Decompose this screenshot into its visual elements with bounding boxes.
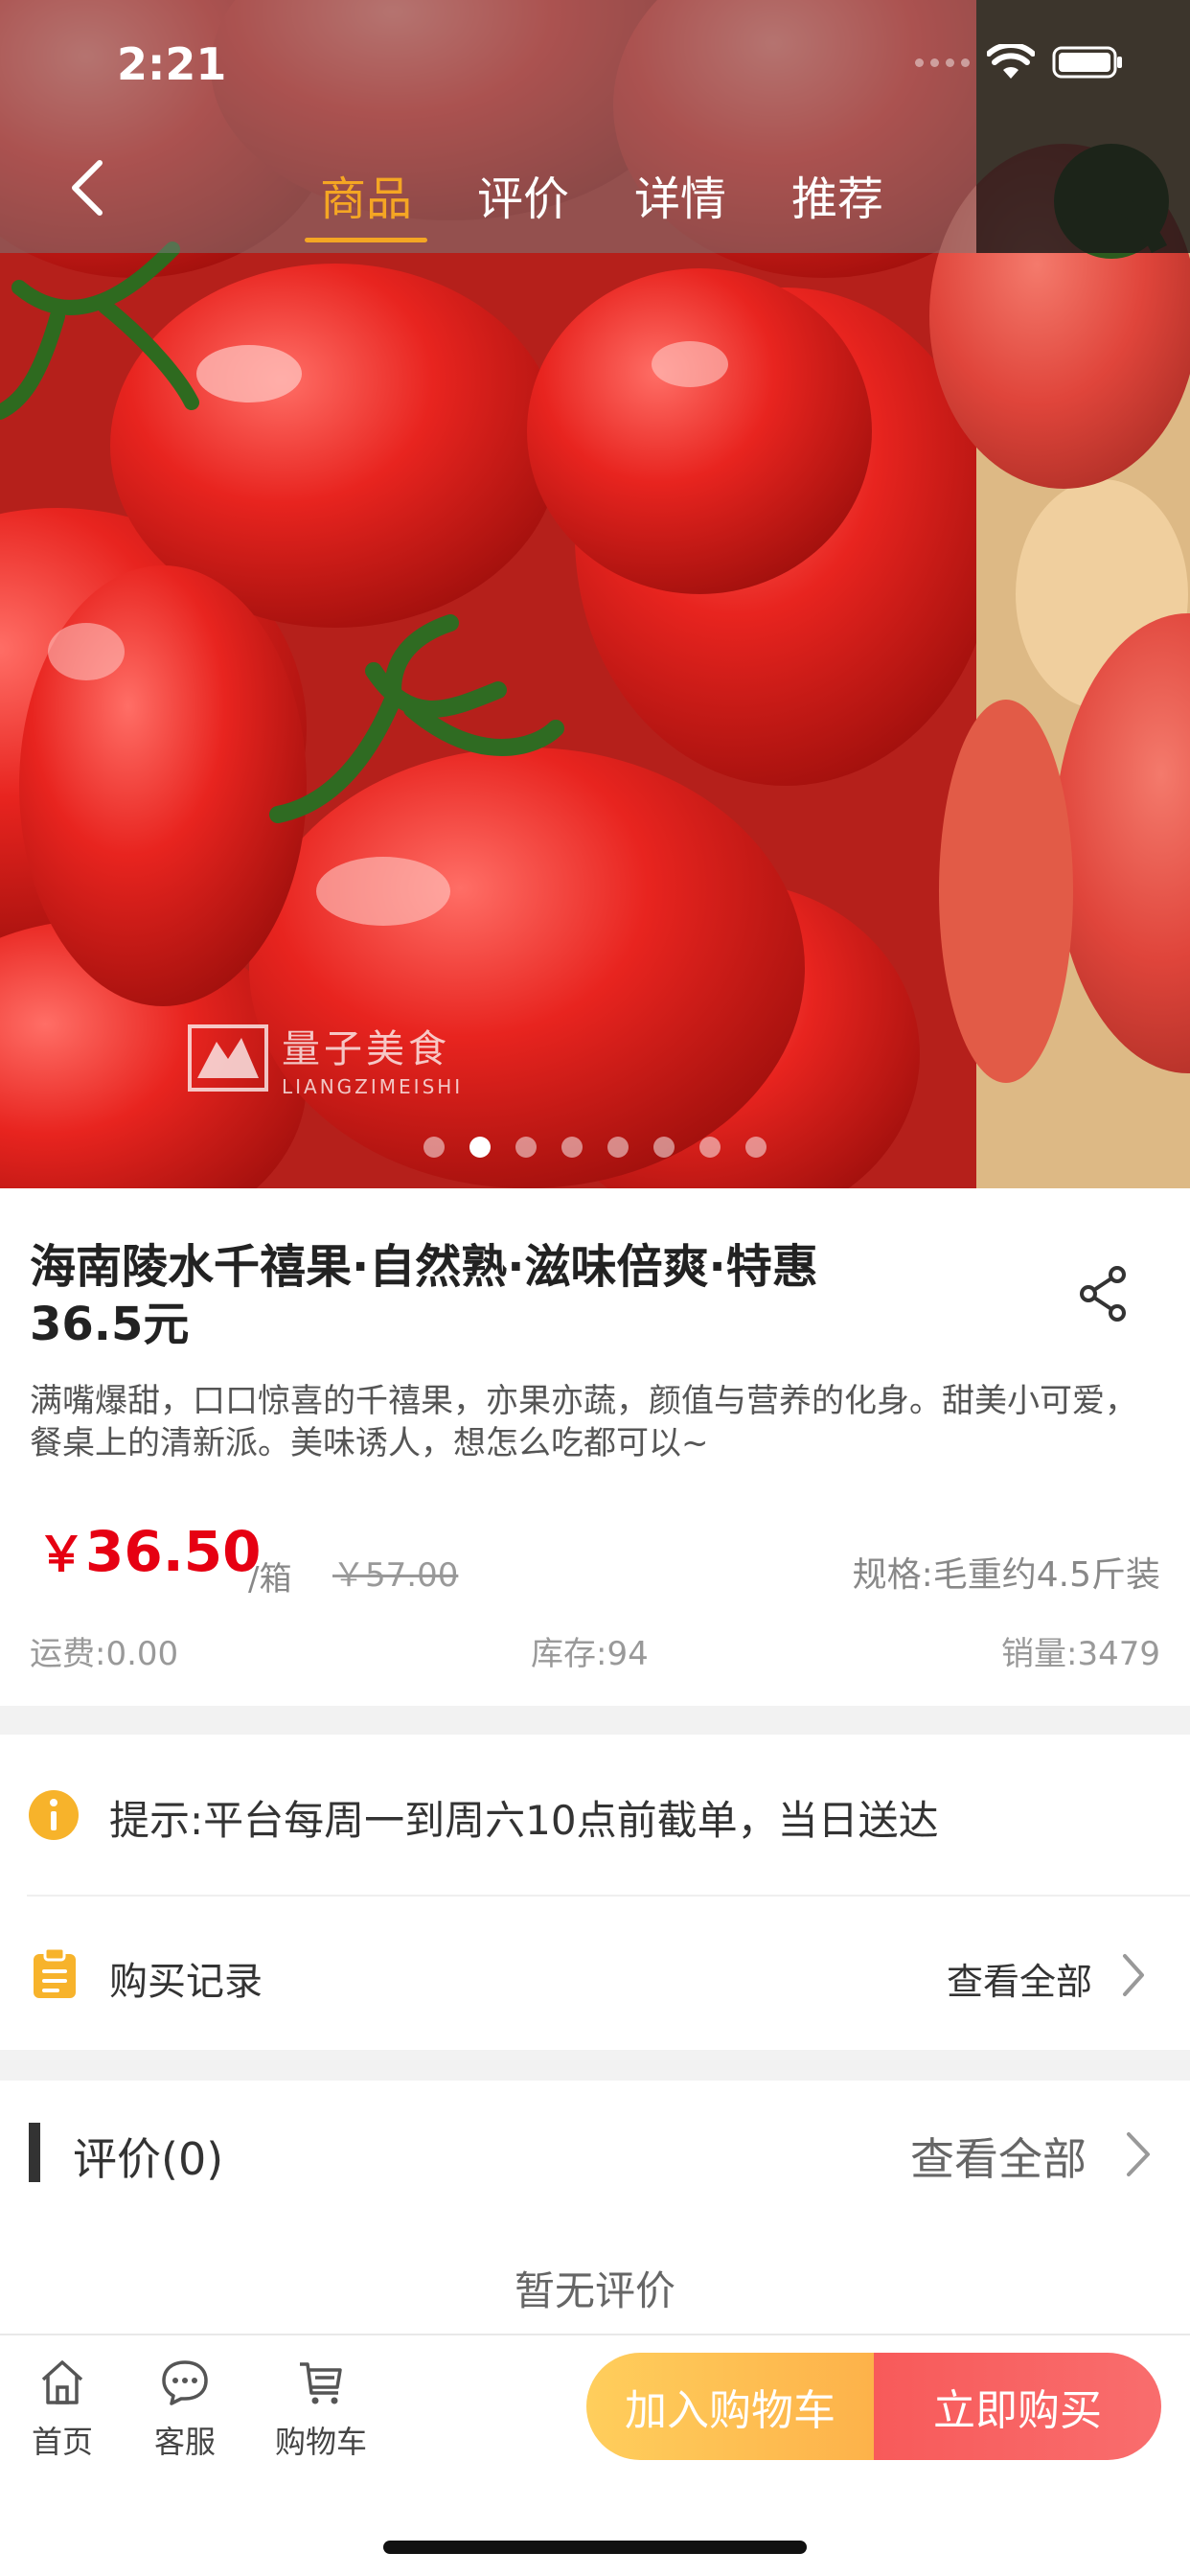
customer-service-label: 客服 [153, 2424, 216, 2460]
tab-details[interactable]: 详情 [602, 161, 759, 247]
section-divider [0, 2050, 1190, 2081]
carousel-dot[interactable] [607, 1137, 629, 1158]
watermark-subtext: LIANGZIMEISHI [282, 1075, 464, 1098]
original-price: ￥57.00 [332, 1556, 459, 1595]
tab-recommend[interactable]: 推荐 [759, 161, 916, 247]
chat-icon [162, 2360, 208, 2405]
reviews-section: 评价(0) 查看全部 暂无评价 [0, 2081, 1190, 2334]
current-price: ￥36.50 [37, 1516, 261, 1585]
notice-text: 提示:平台每周一到周六10点前截单，当日送达 [109, 1797, 939, 1844]
cart-label: 购物车 [274, 2424, 367, 2460]
carousel-dot[interactable] [423, 1137, 445, 1158]
carousel-dot[interactable] [745, 1137, 767, 1158]
purchase-record-view-all[interactable]: 查看全部 [947, 1952, 1092, 2005]
header-overlay-right [976, 0, 1190, 253]
carousel-dot[interactable] [653, 1137, 675, 1158]
watermark: 量子美食 LIANGZIMEISHI [188, 1018, 463, 1098]
home-label: 首页 [31, 2424, 93, 2460]
status-icons [915, 44, 1125, 80]
price-row: ￥36.50 /箱 ￥57.00 规格:毛重约4.5斤装 [30, 1516, 1160, 1598]
info-icon [29, 1790, 79, 1840]
shipping-fee: 运费:0.00 [30, 1635, 179, 1673]
clipboard-icon [34, 1946, 76, 1998]
carousel-dot[interactable] [561, 1137, 583, 1158]
home-icon [41, 2360, 83, 2404]
watermark-text: 量子美食 [282, 1027, 450, 1071]
product-description: 满嘴爆甜，口口惊喜的千禧果，亦果亦蔬，颜值与营养的化身。甜美小可爱，餐桌上的清新… [30, 1382, 1137, 1462]
price-unit: /箱 [248, 1560, 292, 1598]
home-indicator [383, 2541, 807, 2554]
product-title: 海南陵水千禧果·自然熟·滋味倍爽·特惠36.5元 [30, 1240, 818, 1351]
home-button[interactable]: 首页 [0, 2358, 125, 2462]
section-tabs: 商品 评价 详情 推荐 [287, 161, 916, 247]
section-marker [29, 2123, 40, 2182]
product-info: 海南陵水千禧果·自然熟·滋味倍爽·特惠36.5元 满嘴爆甜，口口惊喜的千禧果，亦… [0, 1188, 1190, 1706]
carousel-dot[interactable] [699, 1137, 721, 1158]
share-icon[interactable] [1077, 1265, 1131, 1322]
reviews-title: 评价(0) [73, 2133, 224, 2185]
signal-icon [915, 58, 970, 67]
sales-count: 销量:3479 [1001, 1635, 1160, 1673]
carousel-indicator [423, 1137, 767, 1158]
customer-service-button[interactable]: 客服 [123, 2358, 247, 2462]
chevron-right-icon [1127, 2132, 1150, 2176]
watermark-logo [188, 1024, 268, 1092]
purchase-buttons: 加入购物车 立即购买 [586, 2353, 1161, 2460]
purchase-record-row[interactable]: 购买记录 查看全部 [0, 1897, 1190, 2050]
stock-count: 库存:94 [531, 1635, 649, 1673]
section-divider [0, 1706, 1190, 1735]
price-value: 36.50 [85, 1519, 262, 1584]
chevron-right-icon [1123, 1954, 1144, 1996]
reviews-empty-text: 暂无评价 [514, 2267, 675, 2314]
back-icon[interactable] [63, 159, 121, 217]
tab-product[interactable]: 商品 [287, 161, 445, 247]
battery-icon [1052, 46, 1122, 79]
product-spec: 规格:毛重约4.5斤装 [852, 1555, 1160, 1595]
cart-icon [300, 2362, 342, 2404]
currency-symbol: ￥ [37, 1527, 85, 1582]
purchase-record-label: 购买记录 [109, 1960, 263, 2004]
wifi-icon [987, 44, 1035, 79]
cart-button[interactable]: 购物车 [259, 2358, 383, 2462]
carousel-dot-active[interactable] [469, 1137, 491, 1158]
carousel-dot[interactable] [515, 1137, 537, 1158]
buy-now-button[interactable]: 立即购买 [874, 2353, 1161, 2460]
delivery-notice: 提示:平台每周一到周六10点前截单，当日送达 [0, 1735, 1190, 1896]
add-to-cart-button[interactable]: 加入购物车 [586, 2353, 874, 2460]
reviews-view-all[interactable]: 查看全部 [910, 2125, 1087, 2188]
status-time: 2:21 [117, 38, 227, 90]
tab-reviews[interactable]: 评价 [445, 161, 602, 247]
product-image-carousel[interactable]: 2:21 商品 评价 详情 推荐 量子美食 LIANGZIMEISHI [0, 0, 1190, 1188]
